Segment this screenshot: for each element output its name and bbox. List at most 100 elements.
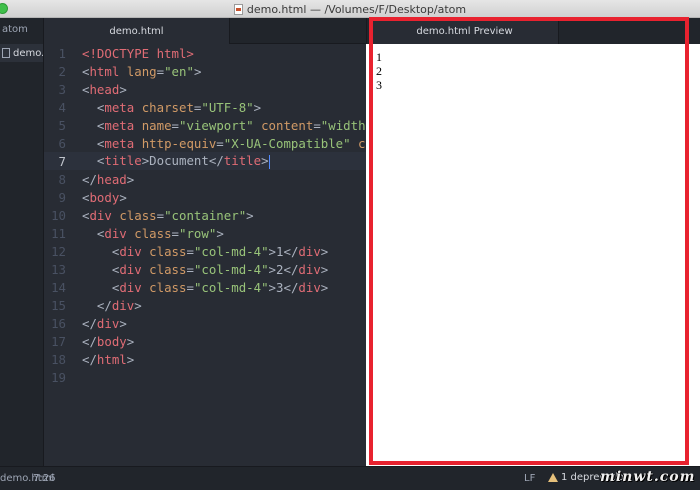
- code-token: >: [268, 243, 277, 259]
- code-token: >: [119, 189, 127, 205]
- code-line[interactable]: 13 <div class="col-md-4">2</div>: [44, 260, 366, 278]
- code-text: <div class="col-md-4">1</div>: [66, 244, 328, 259]
- code-text: <meta name="viewport" content="width=: [66, 118, 366, 133]
- code-token: class: [141, 243, 187, 259]
- tree-file-demo-html[interactable]: demo.html: [0, 44, 43, 62]
- code-token: </: [283, 279, 299, 295]
- tree-root-folder[interactable]: atom: [2, 24, 28, 35]
- code-line[interactable]: 1 <!DOCTYPE html>: [44, 44, 366, 62]
- status-cursor-position[interactable]: 7:26: [33, 473, 55, 484]
- code-token: "X-UA-Compatible": [223, 135, 351, 151]
- code-line[interactable]: 18 </html>: [44, 350, 366, 368]
- tree-view: atom demo.html: [0, 18, 44, 466]
- code-line[interactable]: 3 <head>: [44, 80, 366, 98]
- code-token: meta: [104, 117, 135, 133]
- code-text: <div class="row">: [66, 226, 224, 241]
- code-token: =: [171, 225, 180, 241]
- code-token: class: [111, 207, 157, 223]
- editor-tab-bar: demo.html: [44, 18, 366, 44]
- code-line[interactable]: 16 </div>: [44, 314, 366, 332]
- code-token: >: [320, 261, 329, 277]
- preview-col-item: 2: [376, 64, 382, 78]
- line-number: 2: [58, 63, 66, 79]
- code-line[interactable]: 12 <div class="col-md-4">1</div>: [44, 242, 366, 260]
- line-number: 19: [51, 369, 66, 385]
- code-text: <div class="col-md-4">3</div>: [66, 280, 328, 295]
- code-token: class: [141, 279, 187, 295]
- code-token: meta: [104, 135, 135, 151]
- tab-demo-html-preview[interactable]: demo.html Preview: [371, 18, 559, 44]
- line-number: 8: [58, 171, 66, 187]
- code-line[interactable]: 7 <title>Document</title>: [44, 152, 366, 170]
- code-token: >: [320, 279, 329, 295]
- tab-demo-html[interactable]: demo.html: [44, 18, 230, 44]
- code-token: >: [126, 351, 135, 367]
- line-number: 10: [51, 207, 66, 223]
- code-line[interactable]: 17 </body>: [44, 332, 366, 350]
- code-line[interactable]: 5 <meta name="viewport" content="width=: [44, 116, 366, 134]
- code-token: >: [119, 315, 127, 331]
- code-line[interactable]: 8 </head>: [44, 170, 366, 188]
- code-text: <body>: [66, 190, 127, 205]
- preview-col-item: 1: [376, 50, 382, 64]
- watermark: minwt.com: [600, 469, 696, 485]
- code-token: class: [141, 261, 187, 277]
- code-token: </: [82, 315, 97, 331]
- code-token: body: [89, 189, 120, 205]
- code-token: >: [126, 171, 135, 187]
- code-line[interactable]: 2 <html lang="en">: [44, 62, 366, 80]
- line-number: 9: [58, 189, 66, 205]
- line-number: 18: [51, 351, 66, 367]
- code-token: >: [126, 333, 135, 349]
- code-token: charset: [134, 99, 194, 115]
- code-token: div: [298, 279, 321, 295]
- code-text: <html lang="en">: [66, 64, 201, 79]
- code-token: "viewport": [179, 117, 254, 133]
- code-token: div: [119, 279, 142, 295]
- code-line[interactable]: 11 <div class="row">: [44, 224, 366, 242]
- code-text: <div class="container">: [66, 208, 254, 223]
- status-line-ending[interactable]: LF: [524, 473, 535, 484]
- code-line[interactable]: 9 <body>: [44, 188, 366, 206]
- code-token: "UTF-8": [201, 99, 254, 115]
- html-preview-pane[interactable]: 123: [366, 44, 700, 466]
- code-token: head: [89, 81, 120, 97]
- code-line[interactable]: 6 <meta http-equiv="X-UA-Compatible" co: [44, 134, 366, 152]
- code-token: >: [216, 225, 224, 241]
- code-token: "en": [164, 63, 194, 79]
- code-token: head: [96, 171, 127, 187]
- preview-tab-label: demo.html Preview: [416, 25, 513, 37]
- code-token: =: [186, 243, 194, 259]
- code-token: "width=: [320, 117, 366, 133]
- code-token: =: [171, 117, 180, 133]
- code-token: co: [358, 135, 366, 151]
- html-file-icon: [233, 3, 243, 15]
- code-editor[interactable]: 1 <!DOCTYPE html> 2 <html lang="en"> 3 <head>…: [44, 44, 366, 466]
- preview-tab-bar: demo.html Preview: [366, 18, 700, 44]
- code-line[interactable]: 15 </div>: [44, 296, 366, 314]
- tree-file-label: demo.html: [13, 47, 43, 59]
- code-token: </: [82, 333, 97, 349]
- line-number: 1: [58, 45, 66, 61]
- code-line[interactable]: 19: [44, 368, 366, 386]
- line-number: 5: [58, 117, 66, 133]
- code-token: </: [283, 261, 299, 277]
- code-line[interactable]: 4 <meta charset="UTF-8">: [44, 98, 366, 116]
- code-token: Document: [149, 153, 209, 169]
- code-token: html: [96, 351, 127, 367]
- code-line[interactable]: 10 <div class="container">: [44, 206, 366, 224]
- code-token: http-equiv: [134, 135, 217, 151]
- code-token: >: [320, 243, 329, 259]
- code-token: div: [119, 243, 142, 259]
- window-title-wrap: demo.html — /Volumes/F/Desktop/atom: [0, 0, 700, 18]
- code-token: div: [111, 297, 135, 313]
- line-number: 4: [58, 99, 66, 115]
- code-text: </html>: [66, 352, 134, 367]
- code-token: content: [253, 117, 314, 133]
- code-line[interactable]: 14 <div class="col-md-4">3</div>: [44, 278, 366, 296]
